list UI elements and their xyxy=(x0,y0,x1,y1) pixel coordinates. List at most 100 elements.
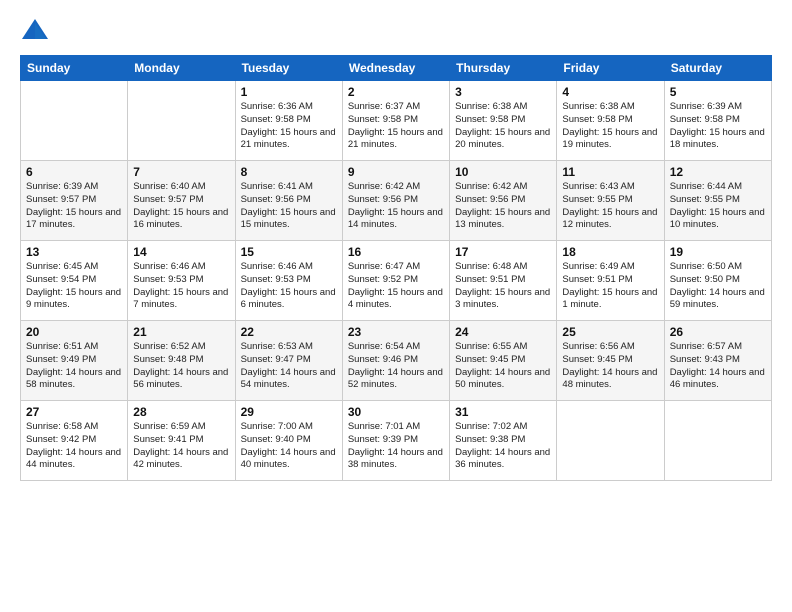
day-number: 3 xyxy=(455,85,551,99)
day-info: Sunrise: 6:36 AM Sunset: 9:58 PM Dayligh… xyxy=(241,101,337,152)
calendar-cell: 20 Sunrise: 6:51 AM Sunset: 9:49 PM Dayli… xyxy=(21,321,128,401)
day-info: Sunrise: 6:46 AM Sunset: 9:53 PM Dayligh… xyxy=(241,261,337,312)
calendar-cell: 26 Sunrise: 6:57 AM Sunset: 9:43 PM Dayli… xyxy=(664,321,771,401)
calendar-cell: 19 Sunrise: 6:50 AM Sunset: 9:50 PM Dayli… xyxy=(664,241,771,321)
day-info: Sunrise: 6:43 AM Sunset: 9:55 PM Dayligh… xyxy=(562,181,658,232)
calendar-cell: 6 Sunrise: 6:39 AM Sunset: 9:57 PM Daylig… xyxy=(21,161,128,241)
logo xyxy=(20,15,54,45)
day-number: 12 xyxy=(670,165,766,179)
calendar-header-row: SundayMondayTuesdayWednesdayThursdayFrid… xyxy=(21,56,772,81)
calendar: SundayMondayTuesdayWednesdayThursdayFrid… xyxy=(20,55,772,481)
calendar-week-1: 1 Sunrise: 6:36 AM Sunset: 9:58 PM Daylig… xyxy=(21,81,772,161)
day-number: 20 xyxy=(26,325,122,339)
calendar-cell: 28 Sunrise: 6:59 AM Sunset: 9:41 PM Dayli… xyxy=(128,401,235,481)
day-number: 30 xyxy=(348,405,444,419)
day-info: Sunrise: 6:53 AM Sunset: 9:47 PM Dayligh… xyxy=(241,341,337,392)
day-number: 11 xyxy=(562,165,658,179)
day-info: Sunrise: 6:42 AM Sunset: 9:56 PM Dayligh… xyxy=(455,181,551,232)
day-number: 7 xyxy=(133,165,229,179)
calendar-cell: 9Sunrise: 6:42 AM Sunset: 9:56 PM Daylig… xyxy=(342,161,449,241)
calendar-cell: 21 Sunrise: 6:52 AM Sunset: 9:48 PM Dayli… xyxy=(128,321,235,401)
page: SundayMondayTuesdayWednesdayThursdayFrid… xyxy=(0,0,792,612)
day-number: 2 xyxy=(348,85,444,99)
day-number: 31 xyxy=(455,405,551,419)
calendar-cell: 1 Sunrise: 6:36 AM Sunset: 9:58 PM Daylig… xyxy=(235,81,342,161)
day-number: 18 xyxy=(562,245,658,259)
day-info: Sunrise: 7:00 AM Sunset: 9:40 PM Dayligh… xyxy=(241,421,337,472)
calendar-header-wednesday: Wednesday xyxy=(342,56,449,81)
calendar-header-monday: Monday xyxy=(128,56,235,81)
day-info: Sunrise: 6:38 AM Sunset: 9:58 PM Dayligh… xyxy=(562,101,658,152)
header xyxy=(20,15,772,45)
calendar-cell: 18Sunrise: 6:49 AM Sunset: 9:51 PM Dayli… xyxy=(557,241,664,321)
day-number: 14 xyxy=(133,245,229,259)
day-number: 19 xyxy=(670,245,766,259)
day-number: 22 xyxy=(241,325,337,339)
day-info: Sunrise: 6:39 AM Sunset: 9:57 PM Dayligh… xyxy=(26,181,122,232)
day-number: 15 xyxy=(241,245,337,259)
calendar-cell: 13 Sunrise: 6:45 AM Sunset: 9:54 PM Dayli… xyxy=(21,241,128,321)
day-number: 1 xyxy=(241,85,337,99)
day-number: 25 xyxy=(562,325,658,339)
logo-icon xyxy=(20,15,50,45)
day-number: 29 xyxy=(241,405,337,419)
day-number: 27 xyxy=(26,405,122,419)
day-info: Sunrise: 6:59 AM Sunset: 9:41 PM Dayligh… xyxy=(133,421,229,472)
day-number: 21 xyxy=(133,325,229,339)
calendar-cell: 27Sunrise: 6:58 AM Sunset: 9:42 PM Dayli… xyxy=(21,401,128,481)
day-number: 24 xyxy=(455,325,551,339)
calendar-cell: 23Sunrise: 6:54 AM Sunset: 9:46 PM Dayli… xyxy=(342,321,449,401)
calendar-week-4: 20 Sunrise: 6:51 AM Sunset: 9:49 PM Dayli… xyxy=(21,321,772,401)
calendar-header-tuesday: Tuesday xyxy=(235,56,342,81)
calendar-cell xyxy=(21,81,128,161)
day-info: Sunrise: 6:39 AM Sunset: 9:58 PM Dayligh… xyxy=(670,101,766,152)
day-info: Sunrise: 6:56 AM Sunset: 9:45 PM Dayligh… xyxy=(562,341,658,392)
day-number: 28 xyxy=(133,405,229,419)
day-info: Sunrise: 6:50 AM Sunset: 9:50 PM Dayligh… xyxy=(670,261,766,312)
calendar-cell: 29 Sunrise: 7:00 AM Sunset: 9:40 PM Dayli… xyxy=(235,401,342,481)
day-info: Sunrise: 6:46 AM Sunset: 9:53 PM Dayligh… xyxy=(133,261,229,312)
calendar-cell: 15 Sunrise: 6:46 AM Sunset: 9:53 PM Dayli… xyxy=(235,241,342,321)
day-info: Sunrise: 6:55 AM Sunset: 9:45 PM Dayligh… xyxy=(455,341,551,392)
day-info: Sunrise: 6:44 AM Sunset: 9:55 PM Dayligh… xyxy=(670,181,766,232)
day-number: 17 xyxy=(455,245,551,259)
calendar-cell: 22 Sunrise: 6:53 AM Sunset: 9:47 PM Dayli… xyxy=(235,321,342,401)
day-number: 5 xyxy=(670,85,766,99)
calendar-week-5: 27Sunrise: 6:58 AM Sunset: 9:42 PM Dayli… xyxy=(21,401,772,481)
calendar-cell xyxy=(128,81,235,161)
day-info: Sunrise: 6:54 AM Sunset: 9:46 PM Dayligh… xyxy=(348,341,444,392)
day-info: Sunrise: 7:02 AM Sunset: 9:38 PM Dayligh… xyxy=(455,421,551,472)
day-number: 10 xyxy=(455,165,551,179)
day-info: Sunrise: 7:01 AM Sunset: 9:39 PM Dayligh… xyxy=(348,421,444,472)
calendar-header-saturday: Saturday xyxy=(664,56,771,81)
day-info: Sunrise: 6:57 AM Sunset: 9:43 PM Dayligh… xyxy=(670,341,766,392)
day-number: 4 xyxy=(562,85,658,99)
day-info: Sunrise: 6:52 AM Sunset: 9:48 PM Dayligh… xyxy=(133,341,229,392)
calendar-cell: 24 Sunrise: 6:55 AM Sunset: 9:45 PM Dayli… xyxy=(450,321,557,401)
day-number: 16 xyxy=(348,245,444,259)
calendar-cell: 10 Sunrise: 6:42 AM Sunset: 9:56 PM Dayli… xyxy=(450,161,557,241)
calendar-cell: 16 Sunrise: 6:47 AM Sunset: 9:52 PM Dayli… xyxy=(342,241,449,321)
day-info: Sunrise: 6:42 AM Sunset: 9:56 PM Dayligh… xyxy=(348,181,444,232)
calendar-cell: 31 Sunrise: 7:02 AM Sunset: 9:38 PM Dayli… xyxy=(450,401,557,481)
calendar-cell: 3 Sunrise: 6:38 AM Sunset: 9:58 PM Daylig… xyxy=(450,81,557,161)
day-number: 8 xyxy=(241,165,337,179)
calendar-cell: 8Sunrise: 6:41 AM Sunset: 9:56 PM Daylig… xyxy=(235,161,342,241)
calendar-week-2: 6 Sunrise: 6:39 AM Sunset: 9:57 PM Daylig… xyxy=(21,161,772,241)
day-number: 26 xyxy=(670,325,766,339)
day-info: Sunrise: 6:48 AM Sunset: 9:51 PM Dayligh… xyxy=(455,261,551,312)
calendar-cell xyxy=(664,401,771,481)
calendar-header-sunday: Sunday xyxy=(21,56,128,81)
calendar-cell: 17 Sunrise: 6:48 AM Sunset: 9:51 PM Dayli… xyxy=(450,241,557,321)
day-number: 6 xyxy=(26,165,122,179)
calendar-cell: 30 Sunrise: 7:01 AM Sunset: 9:39 PM Dayli… xyxy=(342,401,449,481)
calendar-cell xyxy=(557,401,664,481)
day-info: Sunrise: 6:51 AM Sunset: 9:49 PM Dayligh… xyxy=(26,341,122,392)
day-info: Sunrise: 6:47 AM Sunset: 9:52 PM Dayligh… xyxy=(348,261,444,312)
calendar-cell: 2 Sunrise: 6:37 AM Sunset: 9:58 PM Daylig… xyxy=(342,81,449,161)
day-info: Sunrise: 6:38 AM Sunset: 9:58 PM Dayligh… xyxy=(455,101,551,152)
day-info: Sunrise: 6:45 AM Sunset: 9:54 PM Dayligh… xyxy=(26,261,122,312)
day-info: Sunrise: 6:40 AM Sunset: 9:57 PM Dayligh… xyxy=(133,181,229,232)
day-info: Sunrise: 6:37 AM Sunset: 9:58 PM Dayligh… xyxy=(348,101,444,152)
day-number: 13 xyxy=(26,245,122,259)
